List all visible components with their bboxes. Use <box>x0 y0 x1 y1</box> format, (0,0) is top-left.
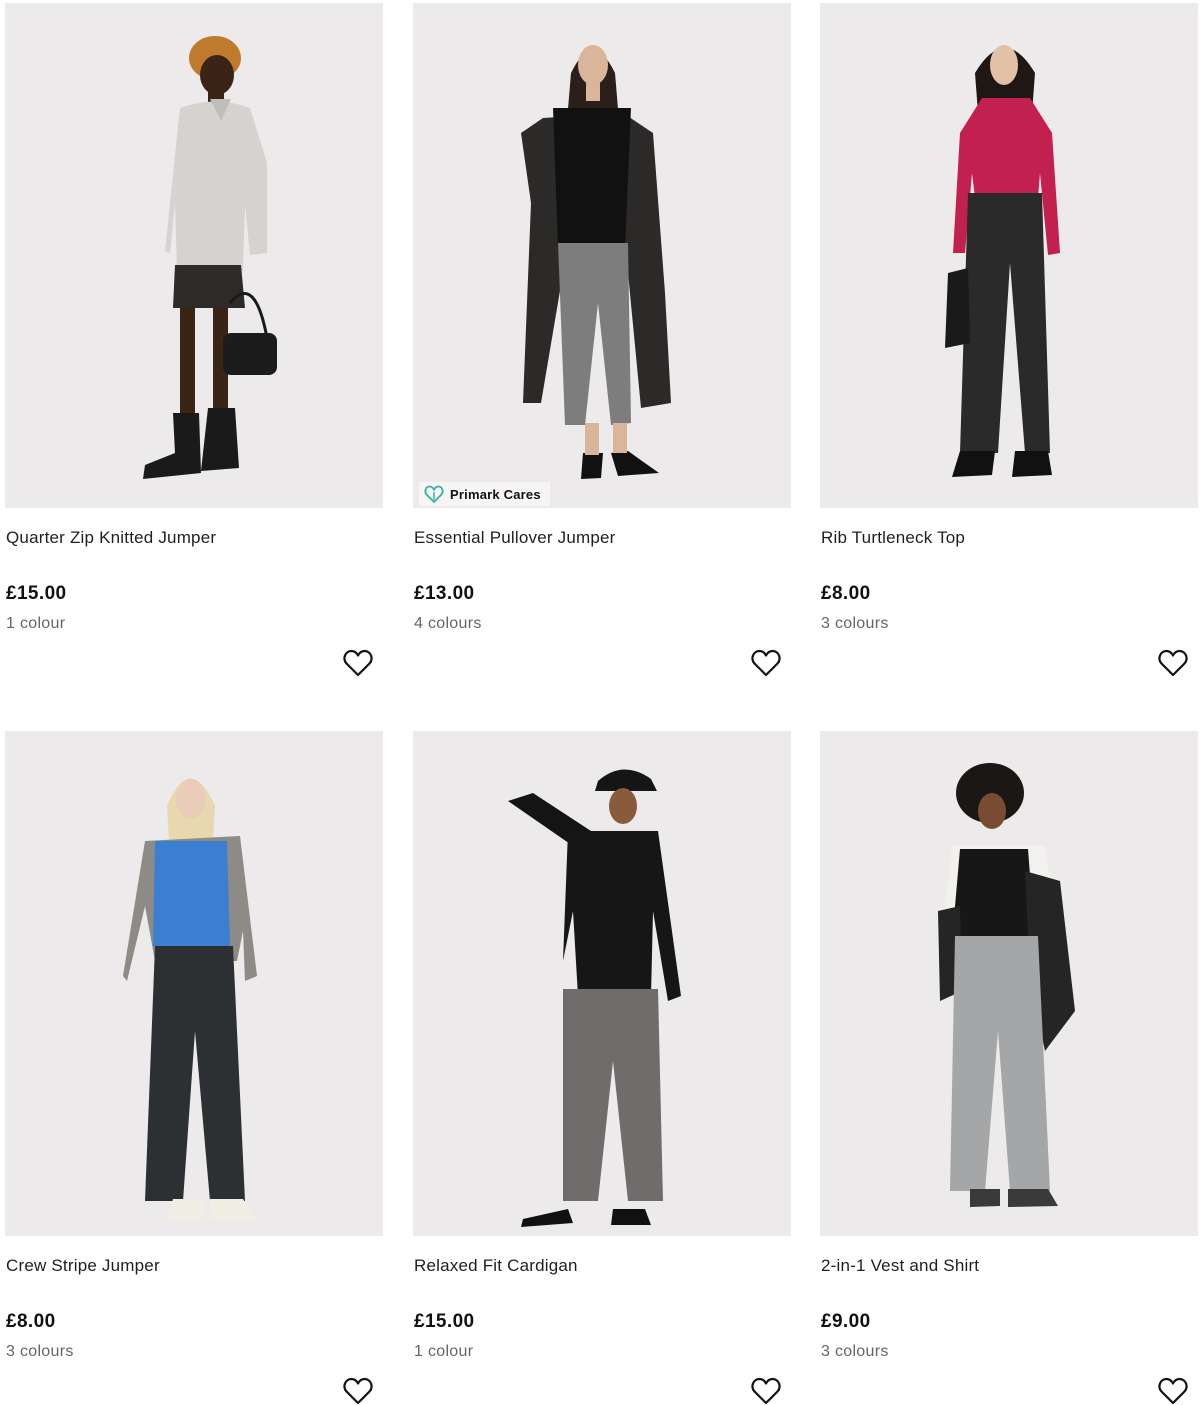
product-card[interactable]: Quarter Zip Knitted Jumper £15.00 1 colo… <box>5 3 383 677</box>
product-card[interactable]: Primark Cares Essential Pullover Jumper … <box>413 3 791 677</box>
primark-cares-badge: Primark Cares <box>419 482 550 506</box>
product-title[interactable]: Crew Stripe Jumper <box>6 1256 160 1276</box>
product-card[interactable]: Relaxed Fit Cardigan £15.00 1 colour <box>413 731 791 1405</box>
product-title[interactable]: Rib Turtleneck Top <box>821 528 965 548</box>
heart-outline-icon <box>1158 649 1188 677</box>
wishlist-button[interactable] <box>1156 1374 1190 1405</box>
wishlist-button[interactable] <box>749 646 783 680</box>
colour-count: 3 colours <box>821 1343 889 1360</box>
heart-outline-icon <box>343 1377 373 1405</box>
wishlist-button[interactable] <box>749 1374 783 1405</box>
model-photo <box>508 769 681 1227</box>
product-price: £8.00 <box>821 583 871 604</box>
colour-count: 4 colours <box>414 615 482 632</box>
product-card[interactable]: 2-in-1 Vest and Shirt £9.00 3 colours <box>820 731 1198 1405</box>
colour-count: 1 colour <box>414 1343 474 1360</box>
product-price: £8.00 <box>6 1311 56 1332</box>
product-price: £13.00 <box>414 583 475 604</box>
product-image[interactable] <box>820 731 1198 1236</box>
wishlist-button[interactable] <box>341 1374 375 1405</box>
wishlist-button[interactable] <box>1156 646 1190 680</box>
product-image[interactable] <box>820 3 1198 508</box>
model-photo <box>938 763 1075 1207</box>
heart-leaf-icon <box>424 485 444 504</box>
colour-count: 3 colours <box>6 1343 74 1360</box>
heart-outline-icon <box>1158 1377 1188 1405</box>
product-card[interactable]: Rib Turtleneck Top £8.00 3 colours <box>820 3 1198 677</box>
badge-label: Primark Cares <box>450 486 541 502</box>
model-photo <box>123 778 257 1221</box>
colour-count: 1 colour <box>6 615 66 632</box>
product-image[interactable] <box>5 3 383 508</box>
product-price: £9.00 <box>821 1311 871 1332</box>
product-price: £15.00 <box>6 583 67 604</box>
model-photo <box>143 36 277 479</box>
product-card[interactable]: Crew Stripe Jumper £8.00 3 colours <box>5 731 383 1405</box>
model-photo <box>945 45 1060 477</box>
heart-outline-icon <box>751 649 781 677</box>
product-price: £15.00 <box>414 1311 475 1332</box>
colour-count: 3 colours <box>821 615 889 632</box>
product-image[interactable] <box>413 731 791 1236</box>
heart-outline-icon <box>343 649 373 677</box>
product-image[interactable]: Primark Cares <box>413 3 791 508</box>
product-title[interactable]: Relaxed Fit Cardigan <box>414 1256 578 1276</box>
wishlist-button[interactable] <box>341 646 375 680</box>
model-photo <box>521 45 671 479</box>
product-title[interactable]: Quarter Zip Knitted Jumper <box>6 528 216 548</box>
product-image[interactable] <box>5 731 383 1236</box>
product-grid: Quarter Zip Knitted Jumper £15.00 1 colo… <box>0 0 1200 1405</box>
heart-outline-icon <box>751 1377 781 1405</box>
product-title[interactable]: 2-in-1 Vest and Shirt <box>821 1256 979 1276</box>
product-title[interactable]: Essential Pullover Jumper <box>414 528 616 548</box>
